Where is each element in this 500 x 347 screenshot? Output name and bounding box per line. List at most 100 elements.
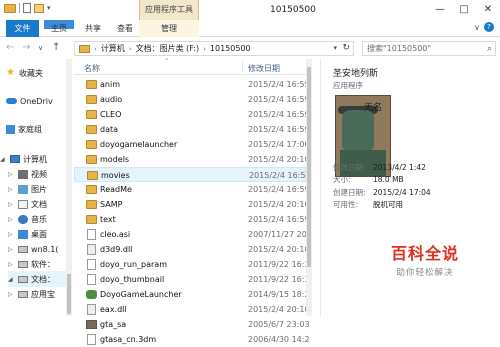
file-row[interactable]: cleo.asi 2007/11/27 20: xyxy=(74,227,310,242)
property-availability: 可用性: 脱机可用 xyxy=(333,199,431,212)
sidebar-item-music[interactable]: ▷ 音乐 xyxy=(8,211,47,227)
file-name: anim xyxy=(100,80,120,89)
collapse-icon[interactable]: ◢ xyxy=(0,156,7,163)
homegroup-icon xyxy=(6,124,15,134)
breadcrumb-drive[interactable]: 文档：图片类 (F:) xyxy=(136,43,199,54)
sidebar-item-label: 视频 xyxy=(31,169,47,179)
sidebar-item-label: 计算机 xyxy=(23,154,47,164)
tab-share[interactable]: 共享 xyxy=(80,20,106,37)
file-date: 2015/2/4 16:59 xyxy=(249,171,311,180)
folder-row[interactable]: audio 2015/2/4 16:59 xyxy=(74,92,310,107)
sidebar-item-label: 软件： xyxy=(31,259,55,269)
folder-icon xyxy=(86,215,97,224)
tab-view[interactable]: 查看 xyxy=(112,20,138,37)
tab-manage[interactable]: 管理 xyxy=(139,20,199,37)
navigation-bar: ← → ∨ ↑ › 计算机 › 文档：图片类 (F:) › 10150500 ▾… xyxy=(0,37,500,59)
expand-ribbon-icon[interactable]: ∨ xyxy=(474,23,480,32)
sidebar-item-drive-apps[interactable]: ▷ 应用宝 xyxy=(8,286,55,302)
expand-icon[interactable]: ▷ xyxy=(8,216,15,223)
sidebar-item-label: wn8.1( xyxy=(31,244,59,254)
breadcrumb-folder[interactable]: 10150500 xyxy=(210,44,251,53)
file-name: doyo_run_param xyxy=(100,260,167,269)
folder-row[interactable]: CLEO 2015/2/4 16:59 xyxy=(74,107,310,122)
file-date: 2015/2/4 20:10 xyxy=(248,245,310,254)
sidebar-item-desktop[interactable]: ▷ 桌面 xyxy=(8,226,47,242)
folder-row[interactable]: data 2015/2/4 16:59 xyxy=(74,122,310,137)
up-button[interactable]: ↑ xyxy=(52,42,60,53)
file-date: 2015/2/4 20:10 xyxy=(248,155,310,164)
file-date: 2011/9/22 16:3 xyxy=(248,260,310,269)
expand-icon[interactable]: ▷ xyxy=(8,291,15,298)
folder-row[interactable]: ReadMe 2015/2/4 16:59 xyxy=(74,182,310,197)
expand-icon[interactable]: ▷ xyxy=(8,186,15,193)
title-bar: ▾ 应用程序工具 10150500 — □ ✕ xyxy=(0,0,500,20)
file-row[interactable]: gtasa_cn.3dm 2006/4/30 14:2 xyxy=(74,332,310,347)
file-row[interactable]: d3d9.dll 2015/2/4 20:10 xyxy=(74,242,310,257)
address-bar[interactable]: › 计算机 › 文档：图片类 (F:) › 10150500 ▾ ↻ xyxy=(74,41,354,56)
file-row[interactable]: doyo_run_param 2011/9/22 16:3 xyxy=(74,257,310,272)
folder-row[interactable]: anim 2015/2/4 16:55 xyxy=(74,77,310,92)
file-date: 2015/2/4 16:59 xyxy=(248,110,310,119)
column-date-header[interactable]: 修改日期 xyxy=(248,63,280,74)
file-row[interactable]: gta_sa 2005/6/7 23:03 xyxy=(74,317,310,332)
folder-icon xyxy=(86,80,97,89)
search-icon[interactable]: ⌕ xyxy=(487,43,492,56)
folder-row[interactable]: movies 2015/2/4 16:59 xyxy=(74,167,311,182)
expand-icon[interactable]: ▷ xyxy=(8,261,15,268)
folder-row[interactable]: SAMP 2015/2/4 20:10 xyxy=(74,197,310,212)
search-input[interactable]: 搜索"10150500" ⌕ xyxy=(362,41,496,56)
sidebar-item-label: 音乐 xyxy=(31,214,47,224)
window-controls: — □ ✕ xyxy=(428,0,500,20)
breadcrumb-computer[interactable]: 计算机 xyxy=(101,43,125,54)
sidebar-item-documents[interactable]: ▷ 文档 xyxy=(8,196,47,212)
sidebar-scrollbar[interactable] xyxy=(66,59,72,316)
file-row[interactable]: doyo_thumbnail 2011/9/22 16:3 xyxy=(74,272,310,287)
folder-row[interactable]: text 2015/2/4 16:59 xyxy=(74,212,310,227)
file-row[interactable]: eax.dll 2015/2/4 20:10 xyxy=(74,302,310,317)
sidebar-item-favorites[interactable]: ★ 收藏夹 xyxy=(6,65,43,81)
expand-icon[interactable]: ▷ xyxy=(8,246,15,253)
file-row[interactable]: DoyoGameLauncher 2014/9/15 18:2 xyxy=(74,287,310,302)
refresh-icon[interactable]: ↻ xyxy=(342,43,350,53)
close-button[interactable]: ✕ xyxy=(476,0,500,20)
tab-home[interactable]: 主页 xyxy=(44,20,74,33)
document-icon xyxy=(18,199,28,209)
folder-icon xyxy=(87,171,98,180)
drive-icon xyxy=(18,245,28,253)
file-name: movies xyxy=(101,171,130,180)
recent-locations-button[interactable]: ∨ xyxy=(38,44,43,52)
details-file-name: 圣安地列斯 xyxy=(333,69,379,79)
expand-icon[interactable]: ▷ xyxy=(8,231,15,238)
tab-file[interactable]: 文件 xyxy=(6,20,39,37)
folder-row[interactable]: models 2015/2/4 20:10 xyxy=(74,152,310,167)
file-name: models xyxy=(100,155,130,164)
thumbnail-calligraphy: 无名 xyxy=(364,103,383,113)
maximize-button[interactable]: □ xyxy=(452,0,476,20)
minimize-button[interactable]: — xyxy=(428,0,452,20)
properties-icon[interactable] xyxy=(23,3,31,13)
forward-button[interactable]: → xyxy=(22,42,30,53)
help-icon[interactable]: ? xyxy=(484,22,494,32)
expand-icon[interactable]: ▷ xyxy=(8,171,15,178)
expand-icon[interactable]: ▷ xyxy=(8,201,15,208)
chevron-down-icon[interactable]: ▾ xyxy=(333,44,337,52)
back-button[interactable]: ← xyxy=(6,42,14,53)
folder-row[interactable]: doyogamelauncher 2015/2/4 17:00 xyxy=(74,137,310,152)
sidebar-item-pictures[interactable]: ▷ 图片 xyxy=(8,181,47,197)
file-list-scrollbar[interactable] xyxy=(306,59,312,316)
new-folder-icon[interactable] xyxy=(34,3,44,13)
sidebar-item-drive-software[interactable]: ▷ 软件： xyxy=(8,256,55,272)
sidebar-item-videos[interactable]: ▷ 视频 xyxy=(8,166,47,182)
customize-toolbar-icon[interactable]: ▾ xyxy=(47,4,51,12)
drive-icon xyxy=(18,275,28,283)
column-name-header[interactable]: 名称 xyxy=(84,63,100,74)
sidebar-item-drive-documents[interactable]: ◢ 文档： xyxy=(8,271,66,287)
sidebar-item-computer[interactable]: ◢ 计算机 xyxy=(0,151,47,167)
collapse-icon[interactable]: ◢ xyxy=(8,276,15,283)
sidebar-item-drive-c[interactable]: ▷ wn8.1( xyxy=(8,241,58,257)
file-name: doyo_thumbnail xyxy=(100,275,165,284)
sidebar-item-homegroup[interactable]: 家庭组 xyxy=(6,121,42,137)
sidebar-item-onedrive[interactable]: OneDriv xyxy=(6,93,53,109)
file-date: 2015/2/4 16:59 xyxy=(248,125,310,134)
column-divider[interactable] xyxy=(242,61,243,73)
